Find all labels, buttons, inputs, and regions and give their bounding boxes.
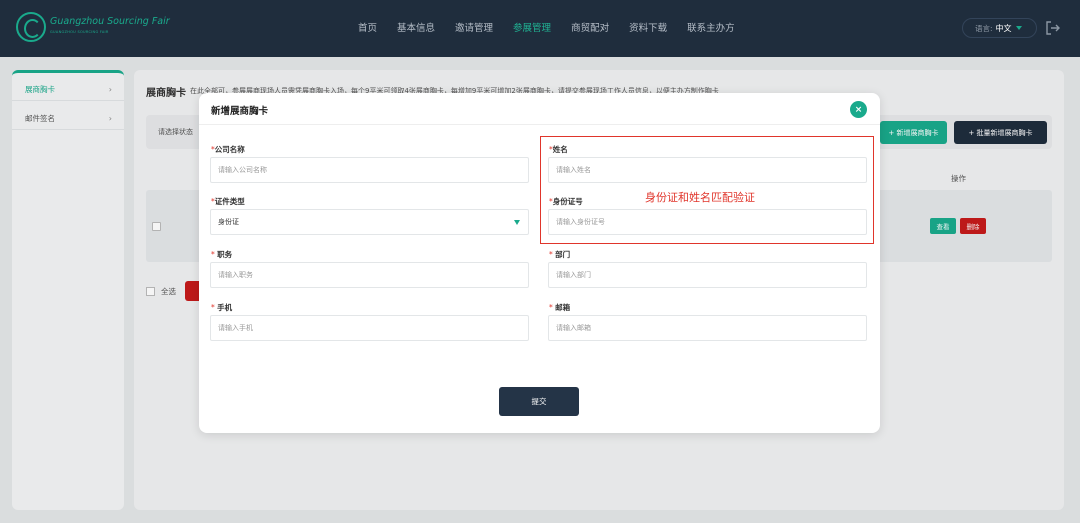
nav-contact[interactable]: 联系主办方 <box>687 20 735 34</box>
id-type-label: *证件类型 <box>211 197 245 206</box>
company-label: *公司名称 <box>211 145 245 154</box>
id-type-select[interactable]: 身份证 <box>210 209 529 235</box>
nav-basic-info[interactable]: 基本信息 <box>397 20 435 34</box>
language-select[interactable]: 语言: 中文 <box>962 18 1037 38</box>
nav-downloads[interactable]: 资料下载 <box>629 20 667 34</box>
chevron-down-icon <box>1015 26 1022 30</box>
department-input[interactable]: 请输入部门 <box>548 262 867 288</box>
company-input[interactable]: 请输入公司名称 <box>210 157 529 183</box>
brand-name: Guangzhou Sourcing Fair <box>50 16 170 27</box>
brand-subtitle: GUANGZHOU SOURCING FAIR <box>50 30 109 34</box>
phone-label: * 手机 <box>211 303 233 312</box>
close-icon[interactable]: × <box>850 101 867 118</box>
position-label: * 职务 <box>211 250 233 259</box>
id-type-value: 身份证 <box>218 218 239 226</box>
top-header: Guangzhou Sourcing Fair GUANGZHOU SOURCI… <box>0 0 1080 57</box>
main-nav: 首页 基本信息 邀请管理 参展管理 商贸配对 资料下载 联系主办方 <box>348 20 745 34</box>
language-label: 语言: <box>975 23 993 33</box>
submit-button[interactable]: 提交 <box>499 387 579 416</box>
phone-input[interactable]: 请输入手机 <box>210 315 529 341</box>
modal-divider <box>199 124 880 125</box>
nav-matching[interactable]: 商贸配对 <box>571 20 609 34</box>
position-input[interactable]: 请输入职务 <box>210 262 529 288</box>
logout-icon[interactable] <box>1045 20 1061 36</box>
nav-home[interactable]: 首页 <box>358 20 377 34</box>
email-input[interactable]: 请输入邮箱 <box>548 315 867 341</box>
language-value: 中文 <box>995 23 1012 33</box>
nav-exhibition[interactable]: 参展管理 <box>513 20 551 34</box>
chevron-down-icon <box>514 220 520 225</box>
department-label: * 部门 <box>549 250 571 259</box>
nav-invitation[interactable]: 邀请管理 <box>455 20 493 34</box>
email-label: * 邮箱 <box>549 303 571 312</box>
modal-title: 新增展商胸卡 <box>211 106 269 117</box>
logo-icon <box>16 12 46 42</box>
annotation-note: 身份证和姓名匹配验证 <box>645 191 755 204</box>
